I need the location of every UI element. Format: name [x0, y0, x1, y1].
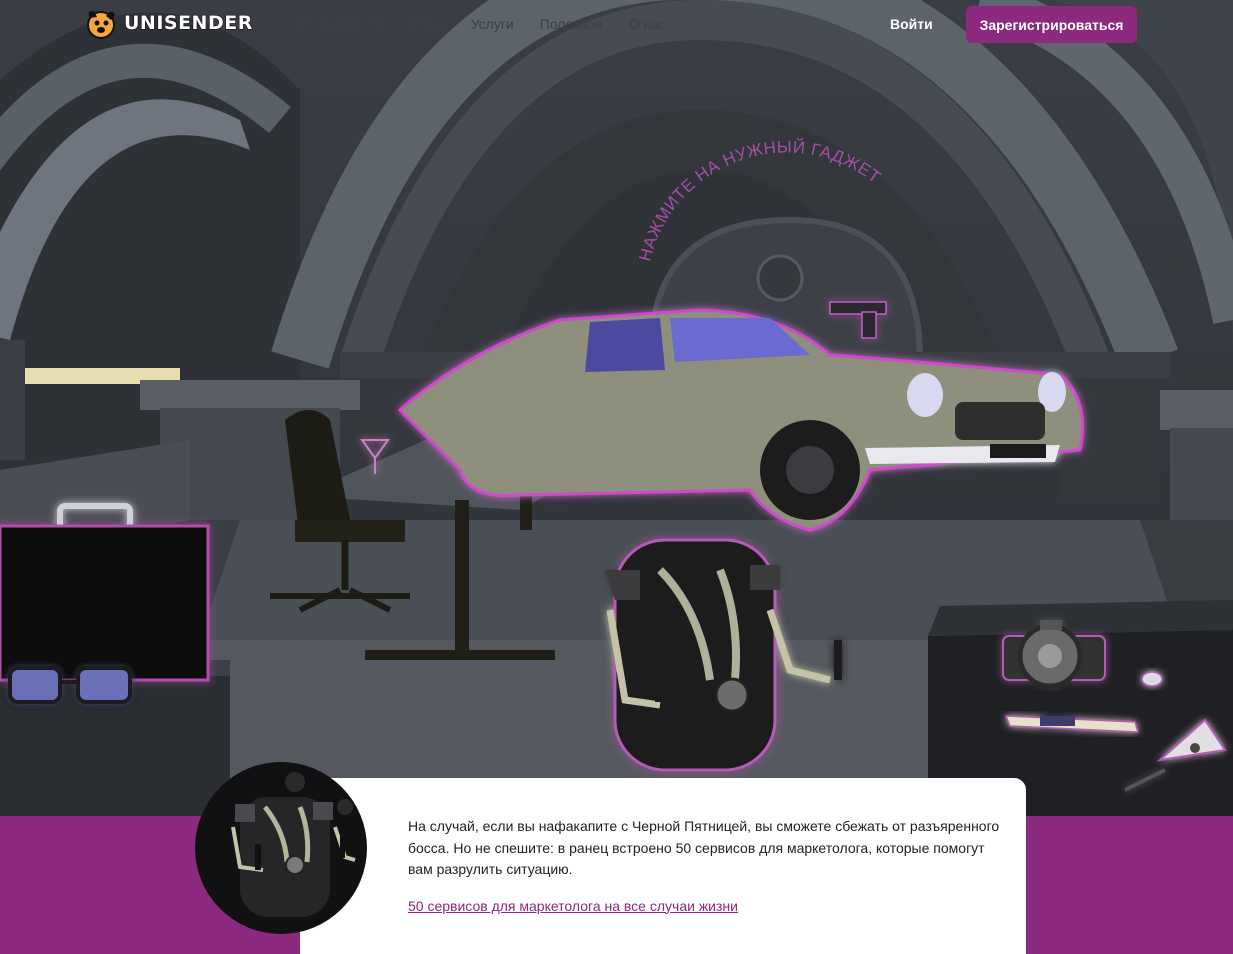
brand-logo[interactable]: UNISENDER: [84, 6, 253, 40]
jetpack-icon: [231, 772, 356, 917]
gadget-scene: НАЖМИТЕ НА НУЖНЫЙ ГАДЖЕТ: [0, 0, 1233, 820]
dog-logo-icon: [87, 10, 115, 39]
jetpack-thumbnail: [195, 762, 367, 934]
lighter-icon[interactable]: [1141, 671, 1163, 687]
nav-item-about[interactable]: О нас: [629, 16, 666, 32]
site-header: UNISENDER Возможности Цены Услуги Полезн…: [0, 0, 1233, 50]
services-link[interactable]: 50 сервисов для маркетолога на все случа…: [408, 898, 738, 914]
nav-item-services[interactable]: Услуги: [471, 16, 514, 32]
briefcase-icon[interactable]: [0, 503, 210, 682]
brand-name: UNISENDER: [123, 11, 253, 34]
register-button[interactable]: Зарегистрироваться: [966, 6, 1137, 43]
nav-item-features[interactable]: Возможности: [296, 16, 383, 32]
nav-item-prices[interactable]: Цены: [409, 16, 445, 32]
nav-item-useful[interactable]: Полезное: [540, 16, 603, 32]
gadget-info-card: На случай, если вы нафакапите с Черной П…: [300, 778, 1026, 954]
main-nav: Возможности Цены Услуги Полезное О нас: [296, 16, 666, 32]
login-link[interactable]: Войти: [890, 16, 933, 32]
gadget-description: На случай, если вы нафакапите с Черной П…: [408, 818, 1000, 877]
